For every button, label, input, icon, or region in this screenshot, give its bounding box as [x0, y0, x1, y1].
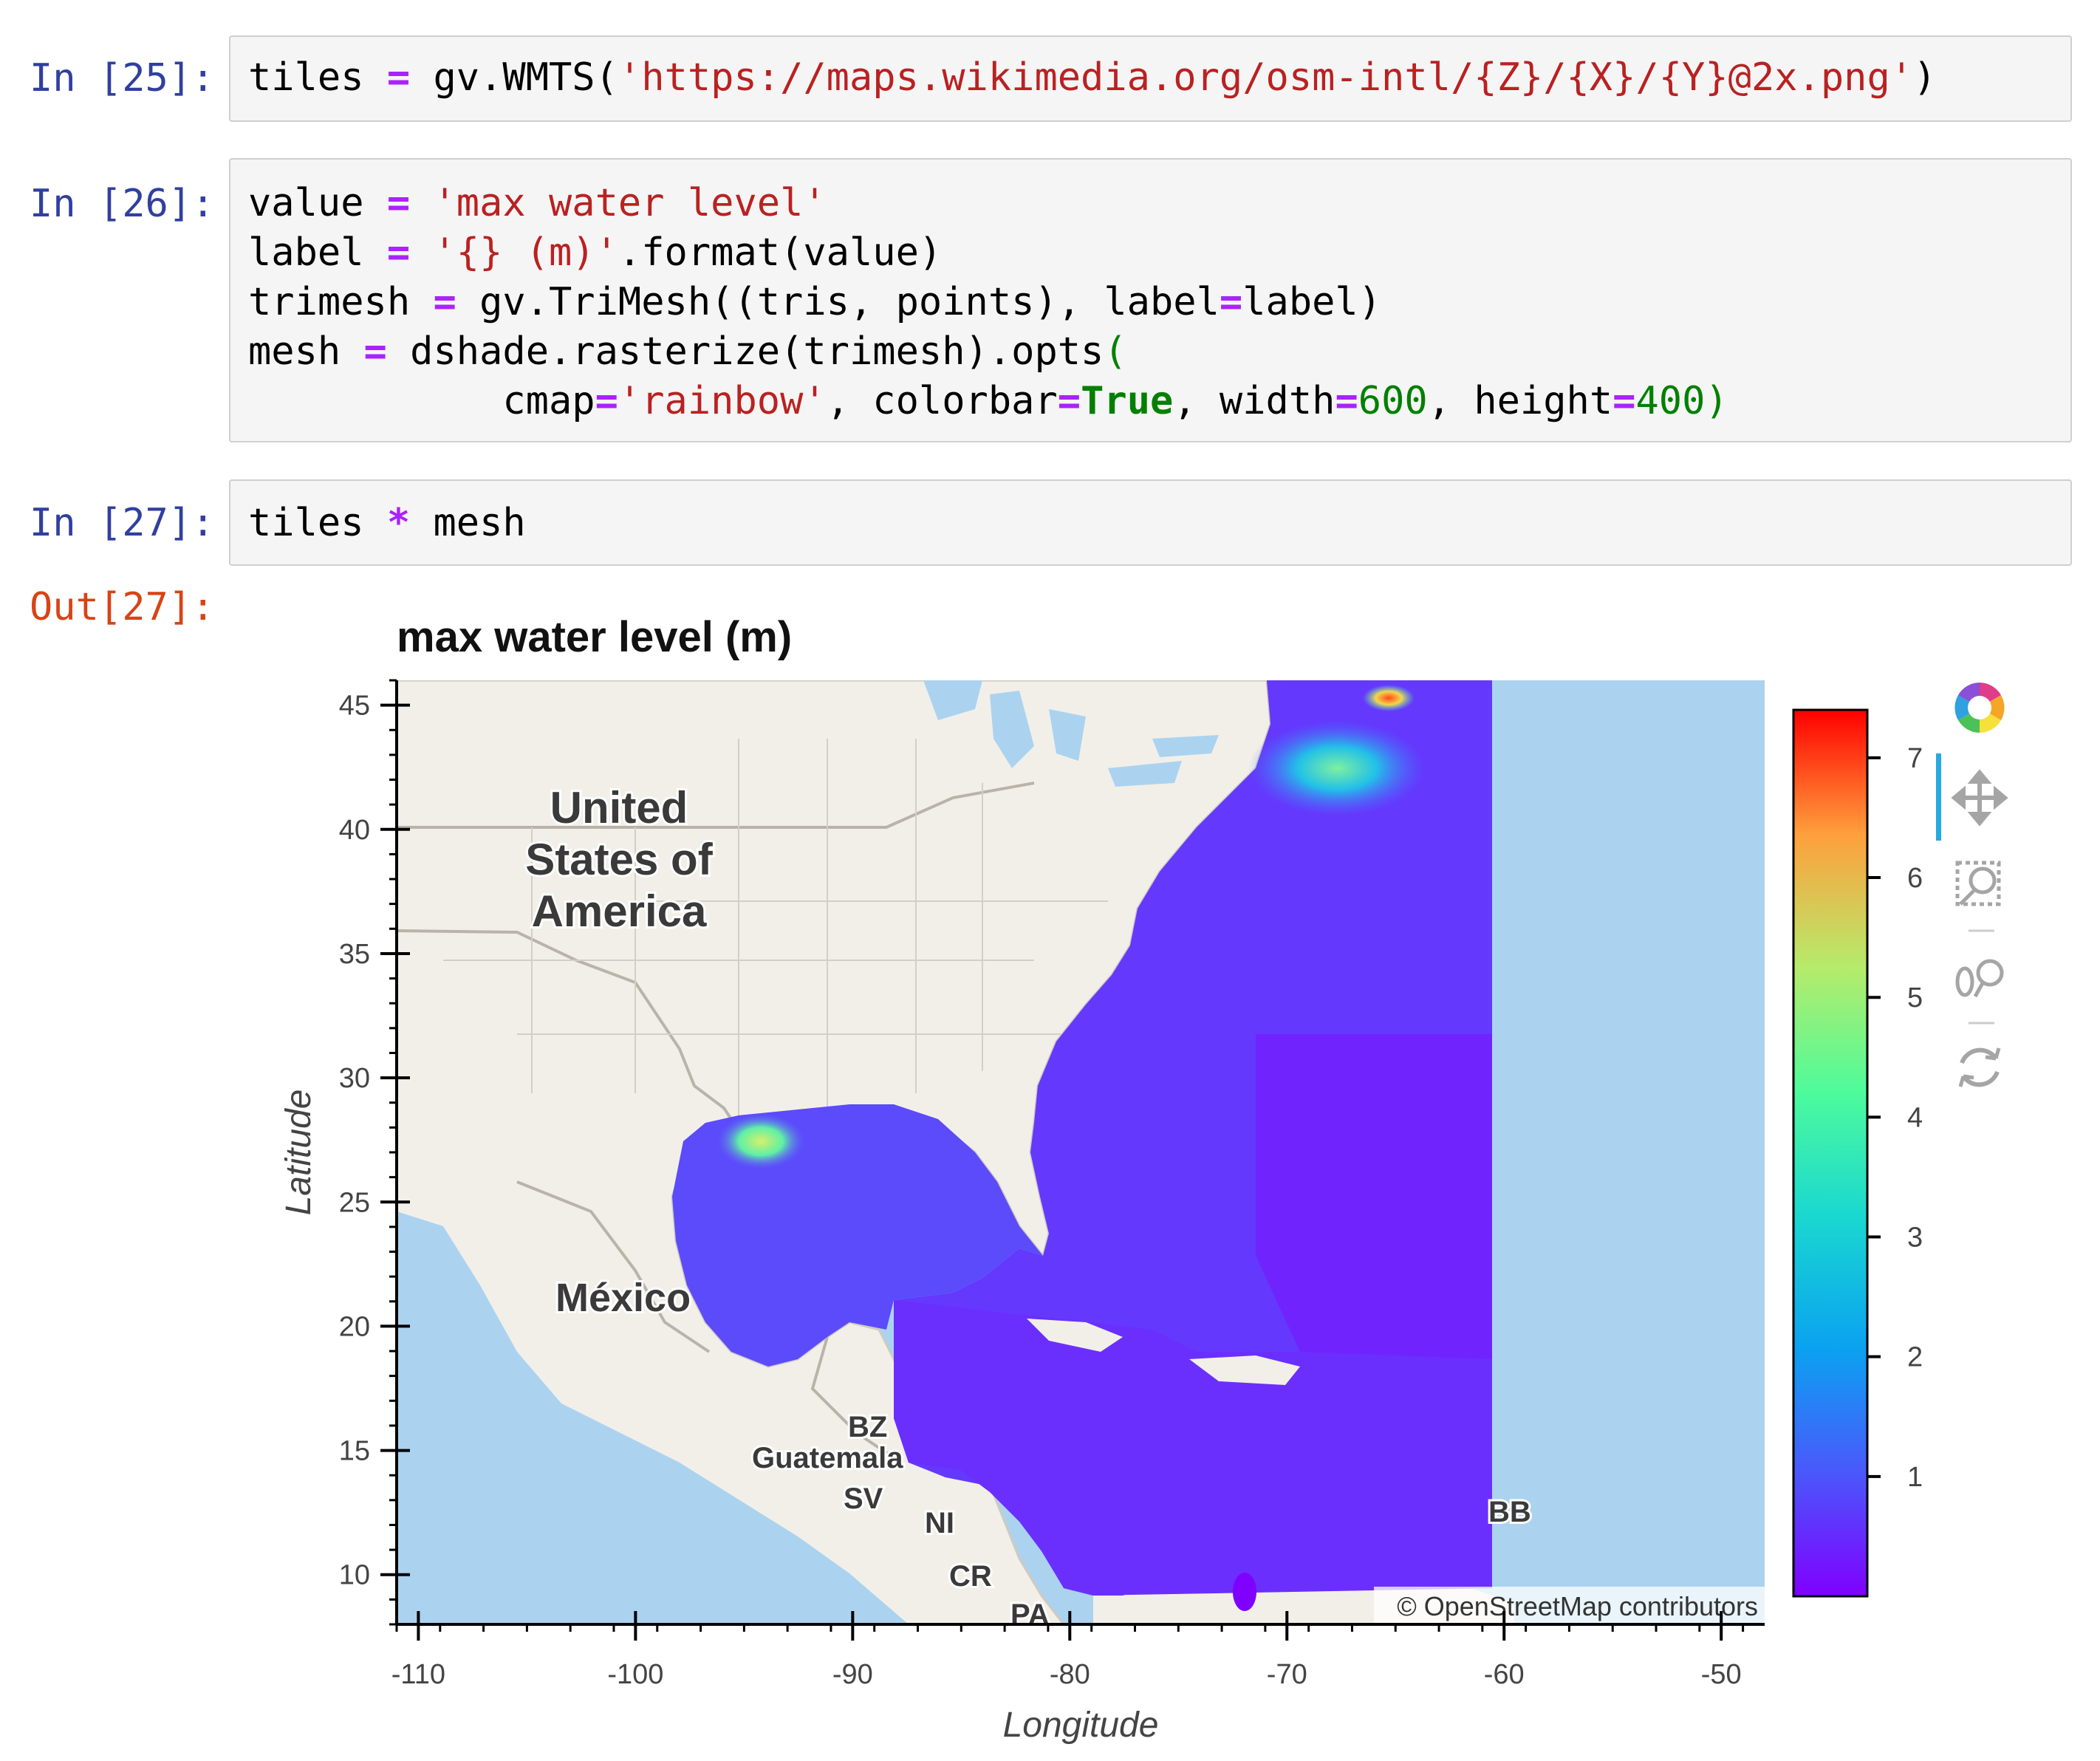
colorbar-gradient [1792, 708, 1869, 1598]
label-panama: PA [1010, 1598, 1050, 1631]
mesh-hotspot-fundy [1363, 685, 1415, 711]
plot-toolbar[interactable] [1936, 680, 2008, 1087]
y-axis-label: Latitude [279, 1090, 318, 1216]
y-tick-label: 30 [339, 1063, 370, 1094]
y-tick-label: 20 [339, 1311, 370, 1342]
label-guatemala: Guatemala [752, 1442, 903, 1474]
label-usa: America [532, 886, 707, 936]
y-tick-label: 40 [339, 815, 370, 846]
osm-attribution[interactable]: © OpenStreetMap contributors [1397, 1591, 1758, 1621]
x-tick-label: -90 [832, 1659, 873, 1690]
label-usa: United [550, 783, 688, 832]
label-barbados: BB [1488, 1496, 1531, 1528]
reset-tool-icon[interactable] [1958, 1047, 2001, 1087]
colorbar-tick-label: 2 [1907, 1342, 1923, 1373]
x-tick-label: -50 [1701, 1659, 1742, 1690]
map-area[interactable]: United States of America México BZ Guate… [397, 680, 1765, 1631]
box-zoom-tool-icon[interactable] [1955, 861, 2001, 906]
colorbar: 1 2 3 4 5 6 7 [1792, 708, 1923, 1598]
pan-tool-icon[interactable] [1951, 769, 2008, 827]
jupyter-notebook: In [25]: tiles = gv.WMTS('https://maps.w… [0, 0, 2100, 1761]
label-costa-rica: CR [949, 1560, 992, 1593]
mesh-lake-maracaibo [1233, 1573, 1256, 1611]
label-mexico: México [555, 1276, 691, 1320]
label-el-salvador: SV [844, 1483, 883, 1515]
label-belize: BZ [848, 1411, 887, 1443]
colorbar-tick-label: 3 [1907, 1223, 1923, 1254]
active-tool-indicator [1936, 753, 1941, 841]
colorbar-tick-label: 7 [1907, 743, 1923, 774]
holoviews-plot[interactable]: max water level (m) United States of Ame… [0, 0, 2100, 1761]
y-tick-label: 10 [339, 1560, 370, 1591]
colorbar-ticks: 1 2 3 4 5 6 7 [1867, 743, 1923, 1493]
colorbar-tick-label: 4 [1907, 1102, 1923, 1133]
x-tick-label: -110 [391, 1659, 445, 1690]
label-usa: States of [525, 835, 713, 884]
colorbar-tick-label: 1 [1907, 1462, 1923, 1493]
colorbar-tick-label: 5 [1907, 982, 1923, 1013]
x-axis-label: Longitude [1003, 1706, 1159, 1745]
x-axis: -110 -100 -90 -80 -70 -60 -50 [391, 1611, 1765, 1690]
y-tick-label: 25 [339, 1187, 370, 1218]
wheel-zoom-tool-icon[interactable] [1955, 959, 2004, 998]
mesh-hotspot-louisiana [716, 1113, 805, 1169]
y-tick-label: 45 [339, 691, 370, 722]
x-tick-label: -80 [1050, 1659, 1090, 1690]
y-tick-label: 35 [339, 939, 370, 970]
x-tick-label: -70 [1267, 1659, 1307, 1690]
x-tick-label: -100 [607, 1659, 663, 1690]
mesh-atlantic-east [1256, 1034, 1492, 1359]
mesh-hotspot-maine [1248, 720, 1426, 816]
plot-title: max water level (m) [397, 613, 792, 661]
bokeh-logo-icon[interactable] [1952, 680, 2008, 736]
label-nicaragua: NI [925, 1507, 954, 1539]
colorbar-tick-label: 6 [1907, 863, 1923, 894]
y-tick-label: 15 [339, 1436, 370, 1467]
x-tick-label: -60 [1484, 1659, 1525, 1690]
